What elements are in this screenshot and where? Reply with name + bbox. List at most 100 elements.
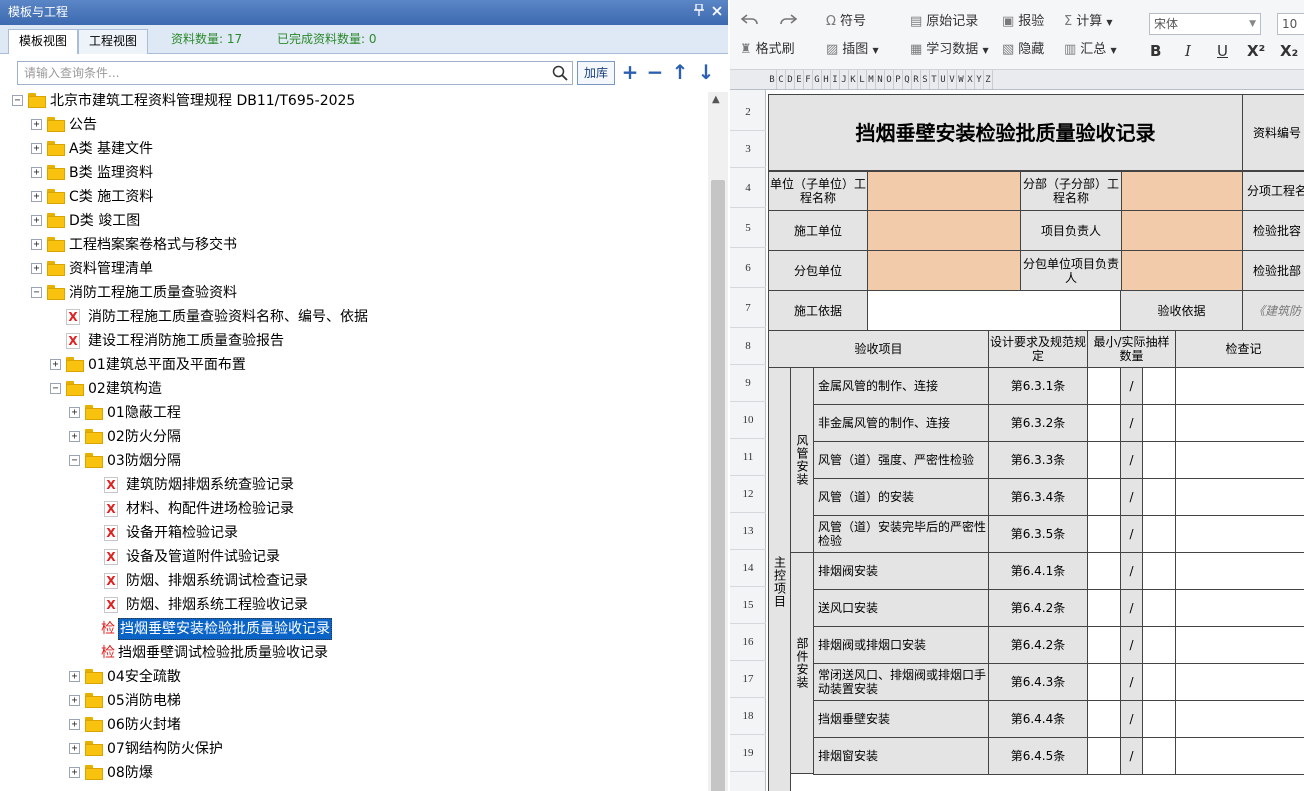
item-name[interactable]: 常闭送风口、排烟阀或排烟口手动装置安装 — [813, 663, 989, 701]
row-number[interactable]: 10 — [730, 402, 766, 439]
tree-node[interactable]: X 消防工程施工质量查验资料名称、编号、依据 — [0, 305, 708, 329]
collapse-icon[interactable]: − — [50, 383, 61, 394]
row-number[interactable]: 16 — [730, 624, 766, 661]
construction-unit-field[interactable] — [867, 210, 1021, 251]
accept-basis-value[interactable]: 《建筑防 — [1242, 290, 1304, 331]
item-code[interactable]: 第6.4.3条 — [988, 663, 1088, 701]
row-number[interactable]: 7 — [730, 288, 766, 328]
expand-icon[interactable]: + — [31, 191, 42, 202]
row-number[interactable]: 18 — [730, 698, 766, 735]
tree-node[interactable]: +02防火分隔 — [0, 425, 708, 449]
expand-icon[interactable]: + — [31, 143, 42, 154]
item-code[interactable]: 第6.3.3条 — [988, 441, 1088, 479]
tree-node[interactable]: + D类 竣工图 — [0, 209, 708, 233]
item-name-label[interactable]: 分项工程名 — [1242, 171, 1304, 211]
min-sample-field[interactable] — [1087, 663, 1121, 701]
actual-sample-field[interactable] — [1142, 552, 1176, 590]
item-name[interactable]: 非金属风管的制作、连接 — [813, 404, 989, 442]
sample-slash[interactable]: / — [1120, 404, 1143, 442]
column-letter[interactable]: I — [831, 70, 840, 89]
row-number[interactable]: 4 — [730, 168, 766, 208]
row-number[interactable]: 6 — [730, 248, 766, 288]
actual-sample-field[interactable] — [1142, 367, 1176, 405]
tree-node[interactable]: − 消防工程施工质量查验资料 — [0, 281, 708, 305]
actual-sample-field[interactable] — [1142, 700, 1176, 738]
undo-icon[interactable] — [740, 10, 760, 32]
row-number[interactable]: 9 — [730, 365, 766, 402]
sample-slash[interactable]: / — [1120, 441, 1143, 479]
collapse-icon[interactable]: − — [31, 287, 42, 298]
bold-button[interactable]: B — [1150, 40, 1161, 62]
basis-field[interactable] — [867, 290, 1121, 331]
row-number[interactable]: 13 — [730, 513, 766, 550]
tree-node[interactable]: + 资料管理清单 — [0, 257, 708, 281]
expand-icon[interactable]: + — [69, 695, 80, 706]
raw-record-button[interactable]: ▤ 原始记录 — [910, 11, 978, 33]
check-record-field[interactable] — [1175, 367, 1304, 405]
column-letter[interactable]: B — [768, 70, 777, 89]
actual-sample-field[interactable] — [1142, 515, 1176, 553]
tree-node[interactable]: − 03防烟分隔 — [0, 449, 708, 473]
symbol-button[interactable]: Ω 符号 — [826, 11, 866, 33]
check-record-field[interactable] — [1175, 700, 1304, 738]
item-code[interactable]: 第6.3.1条 — [988, 367, 1088, 405]
sub-name-label[interactable]: 分部（子分部）工程名称 — [1020, 171, 1122, 211]
expand-icon[interactable]: + — [69, 719, 80, 730]
column-letter[interactable]: L — [858, 70, 867, 89]
tree-node[interactable]: +08防爆 — [0, 761, 708, 785]
move-up-icon[interactable]: ↑ — [670, 62, 690, 82]
row-number[interactable]: 14 — [730, 550, 766, 587]
subscript-button[interactable]: X₂ — [1280, 40, 1298, 62]
tree-node[interactable]: X 建筑防烟排烟系统查验记录 — [0, 473, 708, 497]
tree-node[interactable]: +05消防电梯 — [0, 689, 708, 713]
expand-icon[interactable]: + — [50, 359, 61, 370]
study-data-button[interactable]: ▦ 学习数据 ▼ — [910, 39, 989, 61]
underline-button[interactable]: U — [1217, 40, 1228, 62]
sample-slash[interactable]: / — [1120, 367, 1143, 405]
column-letter[interactable]: N — [876, 70, 885, 89]
expand-icon[interactable]: + — [31, 239, 42, 250]
item-code[interactable]: 第6.4.4条 — [988, 700, 1088, 738]
column-letter[interactable]: U — [939, 70, 948, 89]
min-sample-field[interactable] — [1087, 737, 1121, 775]
column-letter[interactable]: R — [912, 70, 921, 89]
project-lead-label[interactable]: 项目负责人 — [1020, 210, 1122, 251]
expand-icon[interactable]: + — [31, 263, 42, 274]
redo-icon[interactable] — [778, 10, 798, 32]
expand-icon[interactable]: + — [69, 671, 80, 682]
project-lead-field[interactable] — [1121, 210, 1243, 251]
add-icon[interactable]: + — [620, 62, 640, 82]
column-letter[interactable]: M — [867, 70, 876, 89]
row-number[interactable]: 15 — [730, 587, 766, 624]
item-name[interactable]: 金属风管的制作、连接 — [813, 367, 989, 405]
actual-sample-field[interactable] — [1142, 589, 1176, 627]
item-code[interactable]: 第6.4.2条 — [988, 626, 1088, 664]
column-letter[interactable]: H — [822, 70, 831, 89]
sample-slash[interactable]: / — [1120, 737, 1143, 775]
actual-sample-field[interactable] — [1142, 663, 1176, 701]
tree-node[interactable]: +04安全疏散 — [0, 665, 708, 689]
column-letter[interactable]: K — [849, 70, 858, 89]
row-number[interactable]: 8 — [730, 328, 766, 365]
tab-project-view[interactable]: 工程视图 — [78, 29, 149, 54]
column-letter[interactable]: Y — [975, 70, 984, 89]
item-name[interactable]: 风管（道）的安装 — [813, 478, 989, 516]
search-input[interactable] — [18, 62, 538, 84]
item-code[interactable]: 第6.3.5条 — [988, 515, 1088, 553]
sample-slash[interactable]: / — [1120, 515, 1143, 553]
hide-button[interactable]: ▧ 隐藏 — [1002, 39, 1044, 61]
sample-slash[interactable]: / — [1120, 663, 1143, 701]
item-code[interactable]: 第6.4.2条 — [988, 589, 1088, 627]
sample-slash[interactable]: / — [1120, 478, 1143, 516]
row-number[interactable]: 3 — [730, 131, 766, 168]
column-letter[interactable]: W — [957, 70, 966, 89]
report-button[interactable]: ▣ 报验 — [1002, 11, 1044, 33]
check-record-field[interactable] — [1175, 478, 1304, 516]
collapse-icon[interactable]: − — [12, 95, 23, 106]
tree-node[interactable]: − 北京市建筑工程资料管理规程 DB11/T695-2025 — [0, 92, 708, 113]
column-letter[interactable]: O — [885, 70, 894, 89]
column-check-header[interactable]: 检查记 — [1175, 330, 1304, 368]
pin-icon[interactable] — [694, 0, 704, 25]
actual-sample-field[interactable] — [1142, 441, 1176, 479]
item-name[interactable]: 风管（道）安装完毕后的严密性检验 — [813, 515, 989, 553]
